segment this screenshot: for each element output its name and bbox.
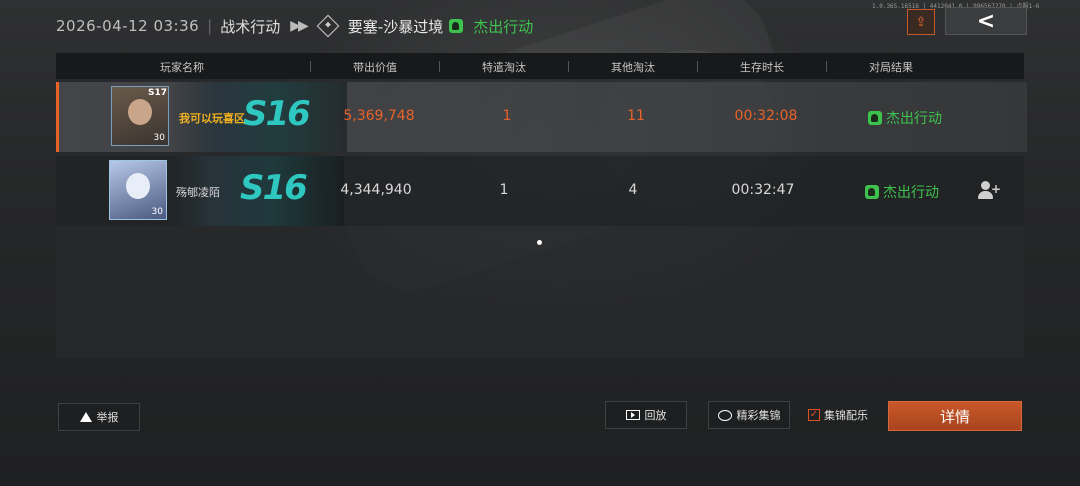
share-button[interactable]: ⇪ [907, 9, 935, 35]
add-friend-icon-head [981, 181, 990, 190]
music-label: 集锦配乐 [824, 409, 868, 422]
targeted-kills: 1 [502, 108, 512, 124]
avatar-face [128, 99, 152, 125]
survival-time: 00:32:47 [731, 182, 795, 198]
player-result: 杰出行动 [842, 182, 962, 202]
survival-time: 00:32:08 [734, 108, 798, 124]
col-divider [697, 61, 698, 72]
map-diamond-icon [316, 14, 340, 38]
result-leaf-icon [449, 19, 464, 33]
warning-icon [79, 412, 92, 422]
back-button[interactable]: < [945, 7, 1027, 35]
report-label: 举报 [96, 411, 119, 424]
avatar-level: 30 [151, 207, 163, 217]
highlights-button[interactable]: 精彩集锦 [708, 401, 790, 429]
report-button[interactable]: 举报 [58, 403, 140, 431]
result-leaf-icon [865, 185, 879, 199]
col-targeted: 特遣淘汰 [482, 61, 526, 74]
details-label: 详情 [939, 407, 970, 426]
back-chevron-icon: < [976, 8, 996, 34]
targeted-kills: 1 [499, 182, 509, 198]
player-result: 杰出行动 [845, 108, 965, 128]
banner-season: S16 [243, 94, 311, 134]
avatar-face [126, 173, 150, 199]
avatar[interactable]: S17 30 [111, 86, 169, 146]
col-divider [439, 61, 440, 72]
player-result-text: 杰出行动 [886, 111, 942, 127]
col-value: 带出价值 [353, 61, 397, 74]
match-mode: 战术行动 [220, 17, 281, 36]
col-divider [826, 61, 827, 72]
player-name: 我可以玩喜区 [179, 112, 245, 125]
double-chevron-icon: ▶▶ [290, 18, 308, 34]
replay-label: 回放 [644, 409, 667, 422]
result-leaf-icon [868, 111, 882, 125]
col-player: 玩家名称 [160, 61, 204, 74]
replay-button[interactable]: 回放 [605, 401, 687, 429]
banner-season: S16 [240, 168, 308, 208]
table-row[interactable]: S16 30 殇郇凌陌 4,344,940 1 4 00:32:47 杰出行动 … [56, 156, 1024, 226]
col-survival: 生存时长 [740, 61, 784, 74]
details-button[interactable]: 详情 [888, 401, 1022, 431]
match-result: 杰出行动 [473, 17, 534, 36]
extract-value: 4,344,940 [340, 182, 412, 198]
player-name: 殇郇凌陌 [176, 186, 220, 199]
other-kills: 11 [627, 108, 645, 124]
page-indicator-dot [537, 240, 542, 245]
checkbox-check-icon[interactable]: ✓ [808, 409, 820, 421]
share-icon: ⇪ [915, 14, 927, 30]
add-friend-icon[interactable]: + [978, 180, 1002, 200]
music-toggle[interactable]: ✓ 集锦配乐 [808, 407, 868, 423]
avatar[interactable]: 30 [109, 160, 167, 220]
highlight-reel-icon [717, 409, 732, 421]
highlights-label: 精彩集锦 [736, 409, 781, 422]
other-kills: 4 [628, 182, 638, 198]
table-header: 玩家名称 带出价值 特遣淘汰 其他淘汰 生存时长 对局结果 [56, 53, 1024, 79]
match-datetime: 2026-04-12 03:36 [56, 17, 200, 35]
col-result: 对局结果 [869, 61, 913, 74]
replay-film-icon [625, 410, 640, 420]
extract-value: 5,369,748 [343, 108, 415, 124]
avatar-season-badge: S17 [147, 88, 167, 98]
header-separator: | [207, 17, 213, 35]
col-other: 其他淘汰 [611, 61, 655, 74]
col-divider [310, 61, 311, 72]
player-result-text: 杰出行动 [883, 185, 939, 201]
table-row[interactable]: S16 S17 30 我可以玩喜区 5,369,748 1 11 00:32:0… [56, 82, 1027, 152]
avatar-level: 30 [153, 133, 165, 143]
col-divider [568, 61, 569, 72]
match-header: 2026-04-12 03:36 | 战术行动 ▶▶ 要塞-沙暴过境 杰出行动 [56, 10, 533, 42]
scoreboard-table: 玩家名称 带出价值 特遣淘汰 其他淘汰 生存时长 对局结果 S16 S17 30… [56, 53, 1027, 358]
add-friend-icon-plus: + [991, 182, 1002, 196]
match-map: 要塞-沙暴过境 [347, 17, 444, 36]
